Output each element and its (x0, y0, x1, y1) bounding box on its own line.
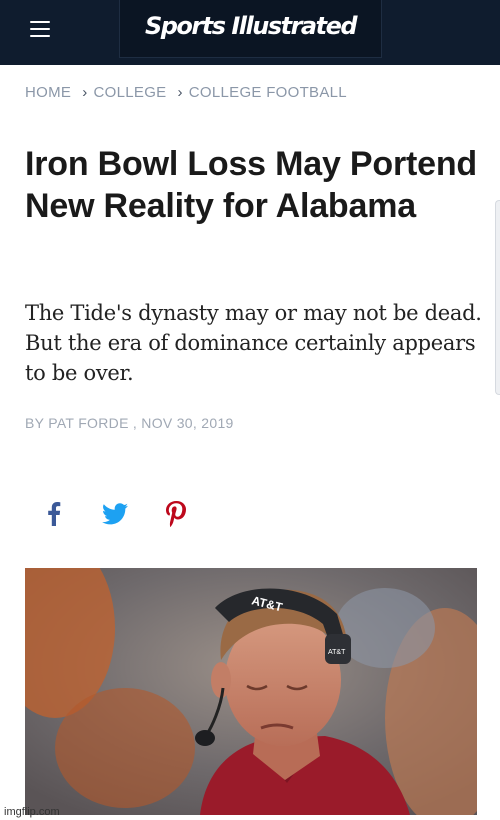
article-headline: Iron Bowl Loss May Portend New Reality f… (25, 145, 477, 225)
breadcrumb-home[interactable]: HOME (25, 84, 71, 101)
watermark: imgflip.com (4, 806, 60, 818)
twitter-icon (102, 503, 128, 525)
brand-logo: Sports Illustrated (144, 12, 358, 40)
hamburger-menu-icon[interactable] (30, 21, 50, 39)
twitter-share-button[interactable] (101, 500, 129, 528)
breadcrumb: HOME › COLLEGE › COLLEGE FOOTBALL (25, 84, 347, 101)
article-byline: BY PAT FORDE , NOV 30, 2019 (25, 415, 234, 431)
chevron-right-icon: › (177, 84, 183, 101)
byline-date: NOV 30, 2019 (141, 415, 234, 431)
article-dek: The Tide's dynasty may or may not be dea… (25, 301, 482, 385)
pinterest-icon (166, 501, 186, 527)
pinterest-share-button[interactable] (162, 500, 190, 528)
breadcrumb-college-football[interactable]: COLLEGE FOOTBALL (189, 84, 347, 101)
byline-prefix: BY (25, 415, 49, 431)
brand-logo-box[interactable]: Sports Illustrated (119, 0, 382, 58)
breadcrumb-college[interactable]: COLLEGE (94, 84, 167, 101)
facebook-share-button[interactable] (40, 500, 68, 528)
byline-separator: , (128, 415, 142, 431)
byline-author[interactable]: PAT FORDE (48, 415, 129, 431)
headset-earpiece-text: AT&T (328, 649, 346, 656)
top-nav-bar: Sports Illustrated (0, 0, 500, 65)
hero-image[interactable]: AT&T AT&T (25, 568, 477, 815)
facebook-icon (48, 502, 61, 526)
scroll-indicator[interactable] (495, 200, 500, 395)
coach-photo-illustration: AT&T AT&T (25, 568, 477, 815)
chevron-right-icon: › (82, 84, 88, 101)
